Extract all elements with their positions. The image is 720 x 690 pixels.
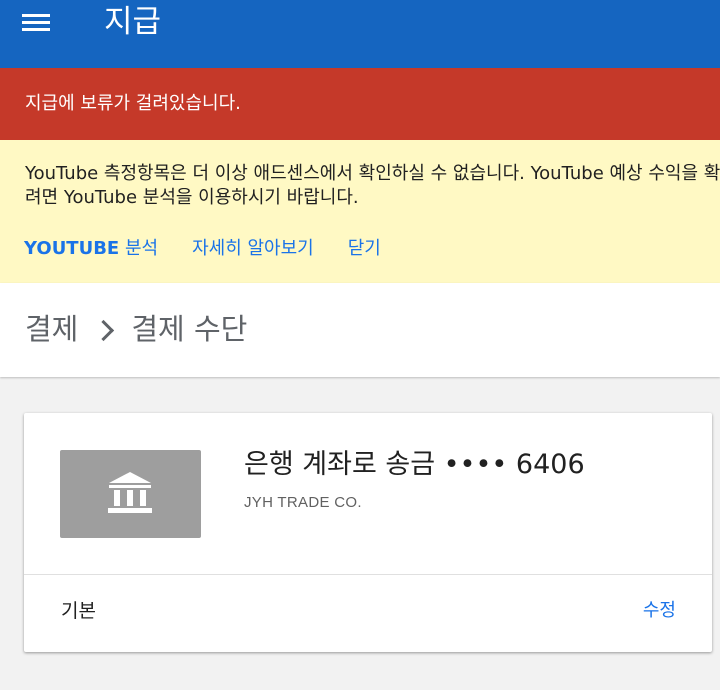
default-status-label: 기본 (61, 600, 96, 622)
breadcrumb-parent-payments[interactable]: 결제 (25, 309, 78, 349)
payment-method-title: 은행 계좌로 송금 •••• 6406 (244, 449, 585, 480)
breadcrumb-bar: 결제 결제 수단 (0, 283, 720, 377)
edit-button[interactable]: 수정 (643, 598, 676, 624)
youtube-analytics-link-brand: YOUTUBE (24, 238, 120, 259)
account-holder-name: JYH TRADE CO. (244, 494, 362, 511)
menu-icon[interactable] (22, 12, 52, 34)
breadcrumb-current: 결제 수단 (131, 312, 248, 346)
payment-hold-banner: 지급에 보류가 걸려있습니다. (0, 68, 720, 140)
youtube-analytics-link-label: 분석 (119, 238, 159, 259)
youtube-notice-actions: YOUTUBE 분석 자세히 알아보기 닫기 (24, 236, 381, 262)
bank-icon (60, 450, 201, 538)
youtube-analytics-link[interactable]: YOUTUBE 분석 (24, 236, 158, 262)
youtube-notice-banner: YouTube 측정항목은 더 이상 애드센스에서 확인하실 수 없습니다. Y… (0, 140, 720, 283)
learn-more-link[interactable]: 자세히 알아보기 (192, 236, 314, 262)
payment-method-card: 은행 계좌로 송금 •••• 6406 JYH TRADE CO. 기본 수정 (24, 413, 712, 652)
page-title: 지급 (104, 4, 162, 40)
chevron-right-icon (93, 319, 115, 341)
app-bar: 지급 (0, 0, 720, 68)
payment-hold-message: 지급에 보류가 걸려있습니다. (25, 93, 241, 114)
breadcrumb: 결제 결제 수단 (25, 309, 247, 349)
close-banner-link[interactable]: 닫기 (348, 236, 381, 262)
youtube-notice-message: YouTube 측정항목은 더 이상 애드센스에서 확인하실 수 없습니다. Y… (25, 163, 720, 208)
card-divider (24, 574, 712, 575)
